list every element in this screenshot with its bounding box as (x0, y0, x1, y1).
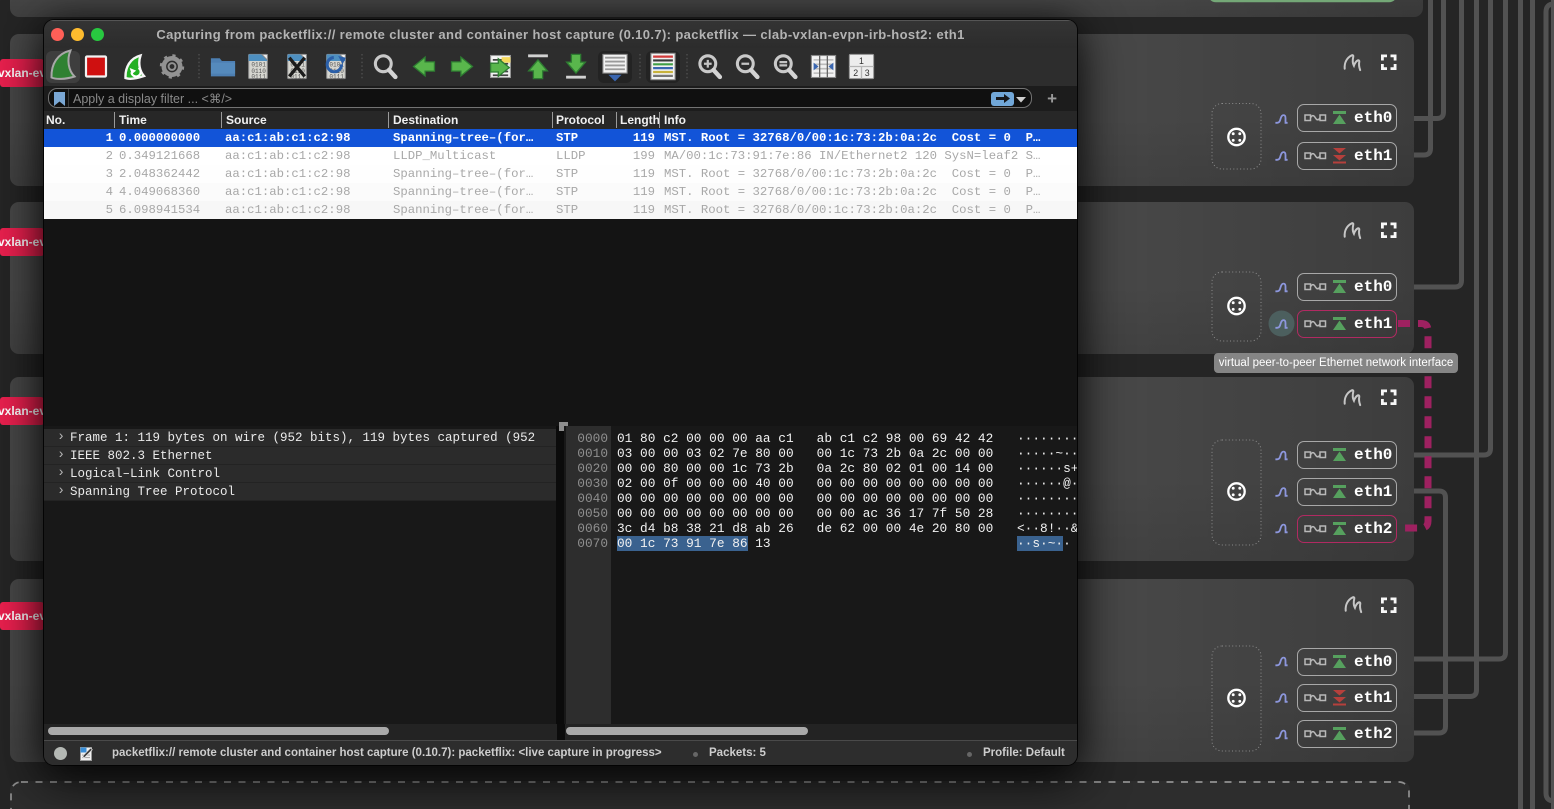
svg-text:1: 1 (859, 56, 864, 66)
svg-text:2: 2 (853, 68, 858, 78)
svg-text:3: 3 (865, 68, 870, 78)
